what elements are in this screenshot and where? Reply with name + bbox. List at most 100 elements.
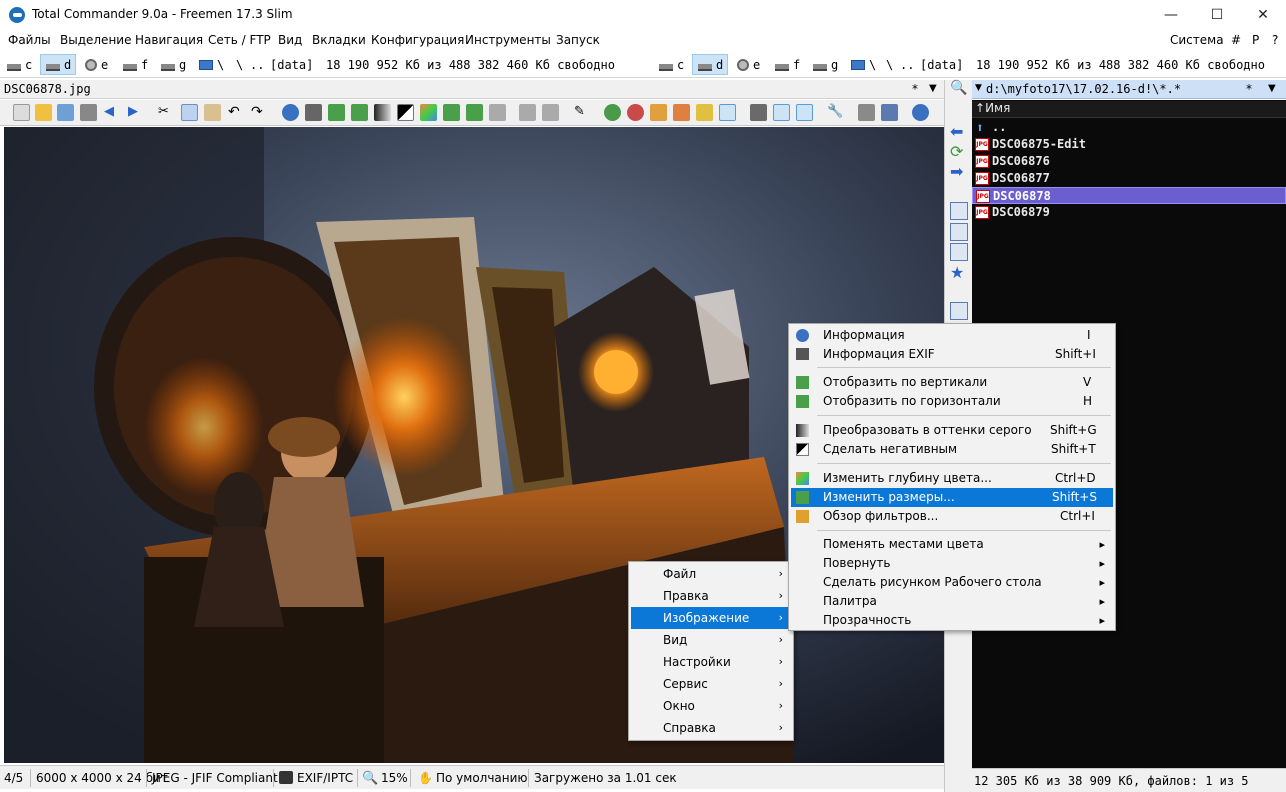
camera-icon[interactable] — [305, 104, 322, 121]
compare-icon[interactable] — [950, 243, 968, 261]
file-row-selected[interactable]: JPG DSC06878 — [972, 187, 1286, 204]
menu-flip-horizontal[interactable]: Отобразить по горизонтали H — [791, 392, 1113, 411]
copy-left-icon[interactable]: ⬅ — [950, 122, 968, 141]
menu-flip-vertical[interactable]: Отобразить по вертикали V — [791, 373, 1113, 392]
thumbnails-icon[interactable] — [858, 104, 875, 121]
new-icon[interactable] — [13, 104, 30, 121]
copy-right-icon[interactable]: ➡ — [950, 162, 968, 181]
menu-filters[interactable]: Обзор фильтров... Ctrl+I — [791, 507, 1113, 526]
menu-color-depth[interactable]: Изменить глубину цвета... Ctrl+D — [791, 469, 1113, 488]
menu-p[interactable]: P — [1252, 33, 1259, 47]
drive-d-right[interactable]: d — [692, 54, 728, 75]
prev-arrow-icon[interactable]: ◀ — [104, 104, 121, 121]
drive-g-right[interactable]: g — [808, 54, 844, 75]
settings-wrench-icon[interactable]: 🔧 — [827, 104, 844, 121]
print-icon[interactable] — [80, 104, 97, 121]
file-row[interactable]: JPG DSC06876 — [972, 153, 1286, 170]
menu-file[interactable]: Файл › — [631, 563, 791, 585]
drive-f-left[interactable]: f — [118, 54, 154, 75]
path-dropdown-icon[interactable]: ▼ — [975, 83, 982, 93]
parent-dir-row[interactable]: ⬆ .. — [972, 119, 1286, 136]
negative-icon[interactable] — [397, 104, 414, 121]
zoom-in-icon[interactable] — [604, 104, 621, 121]
crop-icon[interactable] — [489, 104, 506, 121]
menu-tabs[interactable]: Вкладки — [312, 33, 366, 47]
history-dropdown-right[interactable]: ▼ — [1268, 83, 1276, 94]
default-mode[interactable]: По умолчанию — [436, 771, 528, 785]
drive-e-left[interactable]: e — [80, 54, 116, 75]
menu-selection[interactable]: Выделение — [60, 33, 131, 47]
menu-palette[interactable]: Палитра ▸ — [791, 592, 1113, 611]
tools-icon[interactable]: ✎ — [574, 104, 591, 121]
fullscreen-icon[interactable] — [773, 104, 790, 121]
root-button-right[interactable]: \ — [886, 58, 893, 72]
flip-horizontal-icon[interactable] — [351, 104, 368, 121]
undo-icon[interactable]: ↶ — [228, 104, 245, 121]
menu-configuration[interactable]: Конфигурация — [371, 33, 464, 47]
menu-edit[interactable]: Правка › — [631, 585, 791, 607]
history-dropdown[interactable]: ▼ — [929, 83, 937, 94]
minimize-button[interactable]: — — [1148, 0, 1194, 30]
favorite-star[interactable]: * — [912, 82, 918, 96]
menu-info-exif[interactable]: Информация EXIF Shift+I — [791, 345, 1113, 364]
save-icon[interactable] — [57, 104, 74, 121]
zoom-window-icon[interactable] — [519, 104, 536, 121]
color-depth-icon[interactable] — [420, 104, 437, 121]
menu-rotate[interactable]: Повернуть ▸ — [791, 554, 1113, 573]
up-button-left[interactable]: .. — [250, 58, 264, 72]
copy-icon[interactable] — [181, 104, 198, 121]
search-icon[interactable]: 🔍 — [950, 80, 968, 98]
menu-negative[interactable]: Сделать негативным Shift+T — [791, 440, 1113, 459]
menu-transparency[interactable]: Прозрачность ▸ — [791, 611, 1113, 630]
redo-icon[interactable]: ↷ — [251, 104, 268, 121]
file-row[interactable]: JPG DSC06879 — [972, 204, 1286, 221]
file-row[interactable]: JPG DSC06877 — [972, 170, 1286, 187]
help-icon[interactable] — [912, 104, 929, 121]
next-arrow-icon[interactable]: ▶ — [128, 104, 145, 121]
fit-window-icon[interactable] — [542, 104, 559, 121]
slideshow-icon[interactable] — [750, 104, 767, 121]
edit-file-icon[interactable] — [950, 223, 968, 241]
network-drive-left[interactable]: \ — [194, 54, 232, 75]
view-file-icon[interactable] — [950, 202, 968, 220]
menu-resize[interactable]: Изменить размеры... Shift+S — [791, 488, 1113, 507]
close-button[interactable]: ✕ — [1240, 0, 1286, 30]
menu-tools[interactable]: Инструменты — [465, 33, 551, 47]
menu-view[interactable]: Вид — [278, 33, 302, 47]
root-button-left[interactable]: \ — [236, 58, 243, 72]
name-column-header[interactable]: ↑Имя — [972, 101, 1286, 118]
info-icon[interactable] — [282, 104, 299, 121]
menu-view[interactable]: Вид › — [631, 629, 791, 651]
rotate-back-icon[interactable] — [466, 104, 483, 121]
menu-navigation[interactable]: Навигация — [135, 33, 203, 47]
open-folder-icon[interactable] — [35, 104, 52, 121]
menu-swap-colors[interactable]: Поменять местами цвета ▸ — [791, 535, 1113, 554]
file-row[interactable]: JPG DSC06875-Edit — [972, 136, 1286, 153]
menu-window[interactable]: Окно › — [631, 695, 791, 717]
menu-help[interactable]: ? — [1272, 33, 1278, 47]
network-drive-right[interactable]: \ — [846, 54, 884, 75]
properties-icon[interactable] — [881, 104, 898, 121]
edit-icon[interactable] — [796, 104, 813, 121]
menu-settings[interactable]: Настройки › — [631, 651, 791, 673]
zoom-level[interactable]: 15% — [381, 771, 408, 785]
favorites-star-icon[interactable]: ★ — [950, 263, 968, 282]
maximize-button[interactable]: ☐ — [1194, 0, 1240, 30]
menu-system[interactable]: Система — [1170, 33, 1224, 47]
cut-icon[interactable]: ✂ — [158, 104, 175, 121]
new-folder-icon[interactable] — [950, 302, 968, 320]
menu-help[interactable]: Справка › — [631, 717, 791, 739]
drive-f-right[interactable]: f — [770, 54, 806, 75]
up-button-right[interactable]: .. — [900, 58, 914, 72]
drive-d-left[interactable]: d — [40, 54, 76, 75]
fit-height-icon[interactable] — [719, 104, 736, 121]
menu-launch[interactable]: Запуск — [556, 33, 600, 47]
drive-g-left[interactable]: g — [156, 54, 192, 75]
menu-grayscale[interactable]: Преобразовать в оттенки серого Shift+G — [791, 421, 1113, 440]
flip-vertical-icon[interactable] — [328, 104, 345, 121]
drive-e-right[interactable]: e — [732, 54, 768, 75]
menu-network-ftp[interactable]: Сеть / FTP — [208, 33, 271, 47]
menu-info[interactable]: Информация I — [791, 326, 1113, 345]
menu-set-wallpaper[interactable]: Сделать рисунком Рабочего стола ▸ — [791, 573, 1113, 592]
menu-image[interactable]: Изображение › — [631, 607, 791, 629]
